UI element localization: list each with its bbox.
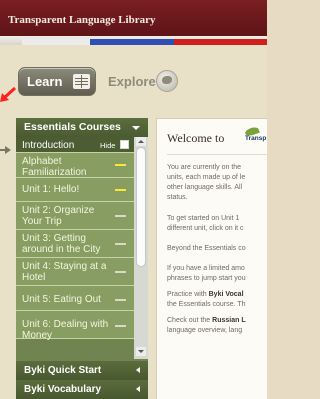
progress-indicator xyxy=(115,271,126,273)
russian-link[interactable]: Russian L xyxy=(212,317,245,324)
essentials-courses-header[interactable]: Essentials Courses xyxy=(16,118,148,137)
lesson-unit-5[interactable]: Unit 5: Eating Out xyxy=(16,286,134,311)
learn-label: Learn xyxy=(27,74,63,89)
hide-label: Hide xyxy=(100,141,116,150)
text-line: Practice with Byki Vocal xyxy=(167,290,267,300)
lesson-label: Unit 2: Organize Your Trip xyxy=(22,205,95,227)
welcome-panel: Welcome to Transp You are currently on t… xyxy=(156,118,267,399)
lesson-label: Unit 5: Eating Out xyxy=(22,294,101,305)
lesson-unit-4[interactable]: Unit 4: Staying at a Hotel xyxy=(16,258,134,286)
red-arrow-annotation xyxy=(0,86,16,102)
lesson-unit-6[interactable]: Unit 6: Dealing with Money xyxy=(16,311,134,341)
course-sidebar: Essentials Courses Introduction Hide Alp… xyxy=(16,118,148,399)
progress-indicator xyxy=(115,189,126,191)
paragraph-intro: You are currently on the units, each mad… xyxy=(167,163,267,203)
section-label: Byki Vocabulary xyxy=(24,384,102,395)
selection-pointer-icon xyxy=(5,146,11,154)
progress-indicator xyxy=(115,325,126,327)
explore-label: Explore xyxy=(108,74,156,89)
text-line: language overview, lang xyxy=(167,327,243,334)
text-line: different unit, click on it c xyxy=(167,225,244,232)
paragraph-get-started: To get started on Unit 1 different unit,… xyxy=(167,214,267,234)
progress-indicator xyxy=(115,215,126,217)
progress-indicator xyxy=(115,164,126,166)
scroll-down-arrow-icon[interactable] xyxy=(136,347,146,356)
explore-button[interactable]: Explore xyxy=(100,67,182,96)
learn-button[interactable]: Learn xyxy=(18,67,96,96)
book-icon xyxy=(73,74,90,89)
welcome-heading: Welcome to xyxy=(167,131,225,145)
text-line: the Essentials course. Th xyxy=(167,301,246,308)
text-line: If you have a limited amo xyxy=(167,265,245,272)
logo-text: Transp xyxy=(245,135,267,142)
globe-icon xyxy=(156,70,178,92)
lesson-introduction[interactable]: Introduction Hide xyxy=(16,137,134,153)
progress-indicator xyxy=(115,243,126,245)
section-label: Byki Quick Start xyxy=(24,365,102,376)
text-line: status. xyxy=(167,194,188,201)
lesson-label: Unit 1: Hello! xyxy=(22,184,80,195)
lesson-unit-3[interactable]: Unit 3: Getting around in the City xyxy=(16,230,134,258)
byki-quick-start-section[interactable]: Byki Quick Start xyxy=(16,361,148,380)
chevron-down-icon xyxy=(132,126,140,130)
lesson-label: Introduction xyxy=(22,140,75,151)
lesson-alphabet[interactable]: Alphabet Familiarization xyxy=(16,153,134,178)
text-line: phrases to jump start you xyxy=(167,275,246,282)
lesson-label: Alphabet Familiarization xyxy=(22,156,87,178)
lesson-unit-1[interactable]: Unit 1: Hello! xyxy=(16,178,134,202)
scroll-up-arrow-icon[interactable] xyxy=(136,137,146,146)
text-line: Beyond the Essentials co xyxy=(167,245,246,252)
text-line: You are currently on the xyxy=(167,164,242,171)
progress-indicator xyxy=(115,299,126,301)
text-line: To get started on Unit 1 xyxy=(167,215,240,222)
text-line: Check out the Russian L xyxy=(167,316,267,326)
hide-checkbox[interactable] xyxy=(120,140,129,149)
chevron-left-icon xyxy=(136,386,140,392)
text-line: units, each made up of le xyxy=(167,174,246,181)
lesson-label: Unit 4: Staying at a Hotel xyxy=(22,261,107,283)
essentials-courses-label: Essentials Courses xyxy=(24,121,121,133)
chevron-left-icon xyxy=(136,367,140,373)
app-title: Transparent Language Library xyxy=(8,14,156,26)
lesson-unit-2[interactable]: Unit 2: Organize Your Trip xyxy=(16,202,134,230)
text-pre: Practice with xyxy=(167,291,209,298)
sidebar-scrollbar[interactable] xyxy=(134,137,148,359)
byki-vocabulary-section[interactable]: Byki Vocabulary xyxy=(16,380,148,399)
paragraph-byki-vocab: Practice with Byki Vocal the Essentials … xyxy=(167,290,267,310)
paragraph-russian: Check out the Russian L language overvie… xyxy=(167,316,267,336)
paragraph-beyond: Beyond the Essentials co xyxy=(167,244,267,254)
lesson-label: Unit 6: Dealing with Money xyxy=(22,319,109,341)
transparent-logo: Transp xyxy=(243,126,267,145)
paragraph-limited-time: If you have a limited amo phrases to jum… xyxy=(167,264,267,284)
lesson-list: Introduction Hide Alphabet Familiarizati… xyxy=(16,137,134,359)
divider xyxy=(167,154,267,155)
byki-vocab-link[interactable]: Byki Vocal xyxy=(209,291,244,298)
text-pre: Check out the xyxy=(167,317,213,324)
text-line: other language skills. All xyxy=(167,184,243,191)
scroll-thumb[interactable] xyxy=(136,147,146,267)
app-header: Transparent Language Library xyxy=(0,0,267,36)
lesson-label: Unit 3: Getting around in the City xyxy=(22,233,101,255)
